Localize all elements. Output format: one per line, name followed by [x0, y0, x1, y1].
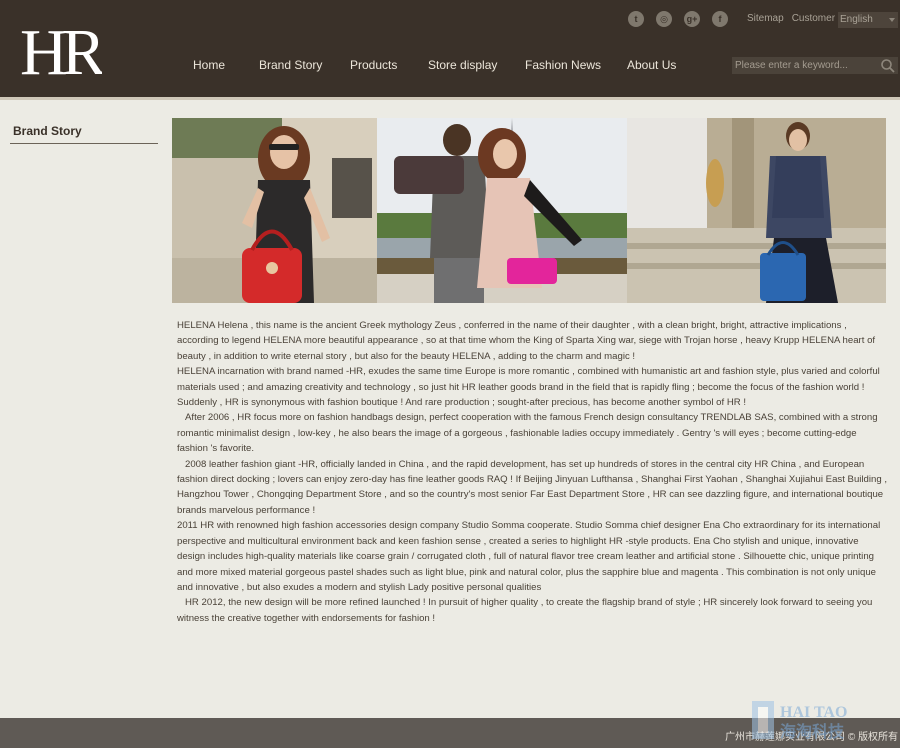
search-box: [732, 57, 898, 74]
language-selected: English: [840, 14, 873, 25]
nav-brand-story[interactable]: Brand Story: [259, 58, 322, 72]
sitemap-link[interactable]: Sitemap: [747, 13, 784, 24]
nav-store-display[interactable]: Store display: [428, 58, 497, 72]
nav-home[interactable]: Home: [193, 58, 225, 72]
hr-logo[interactable]: HR: [20, 18, 102, 78]
brand-banner-image: [172, 118, 886, 303]
customer-link[interactable]: Customer: [792, 13, 835, 24]
watermark-logo: HAI TAO 海淘科技: [752, 701, 847, 741]
language-select[interactable]: English: [838, 12, 898, 28]
twitter-icon[interactable]: t: [628, 11, 644, 27]
article-paragraph: HELENA Helena , this name is the ancient…: [177, 320, 876, 362]
logo-text: HR: [20, 18, 102, 78]
article-paragraph: 2008 leather fashion giant -HR, official…: [177, 458, 888, 516]
social-links: t ◎ g+ f: [628, 11, 728, 27]
watermark-text-cn: 海淘科技: [780, 722, 845, 741]
article-paragraph: 2011 HR with renowned high fashion acces…: [177, 520, 881, 593]
sidebar-title: Brand Story: [10, 118, 158, 144]
article-paragraph: After 2006 , HR focus more on fashion ha…: [177, 412, 878, 455]
sidebar: Brand Story: [10, 118, 158, 144]
article-paragraph: HR 2012, the new design will be more ref…: [177, 597, 873, 624]
brand-story-article: HELENA Helena , this name is the ancient…: [177, 318, 889, 626]
watermark-text-en: HAI TAO: [780, 704, 847, 721]
top-links: Sitemap Customer: [747, 13, 835, 24]
facebook-icon[interactable]: f: [712, 11, 728, 27]
banner-photo-man-blue-bag: [627, 118, 886, 303]
google-plus-icon[interactable]: g+: [684, 11, 700, 27]
nav-about-us[interactable]: About Us: [627, 58, 676, 72]
banner-photo-couple-paris: [377, 118, 627, 303]
article-paragraph: HELENA incarnation with brand named -HR,…: [177, 366, 880, 409]
site-header: HR t ◎ g+ f Sitemap Customer English Hom…: [0, 0, 900, 100]
banner-photo-woman-red-bag: [172, 118, 377, 303]
search-input[interactable]: [732, 57, 877, 74]
instagram-icon[interactable]: ◎: [656, 11, 672, 27]
nav-products[interactable]: Products: [350, 58, 397, 72]
search-icon[interactable]: [880, 58, 896, 73]
nav-fashion-news[interactable]: Fashion News: [525, 58, 601, 72]
chevron-down-icon: [889, 18, 895, 22]
